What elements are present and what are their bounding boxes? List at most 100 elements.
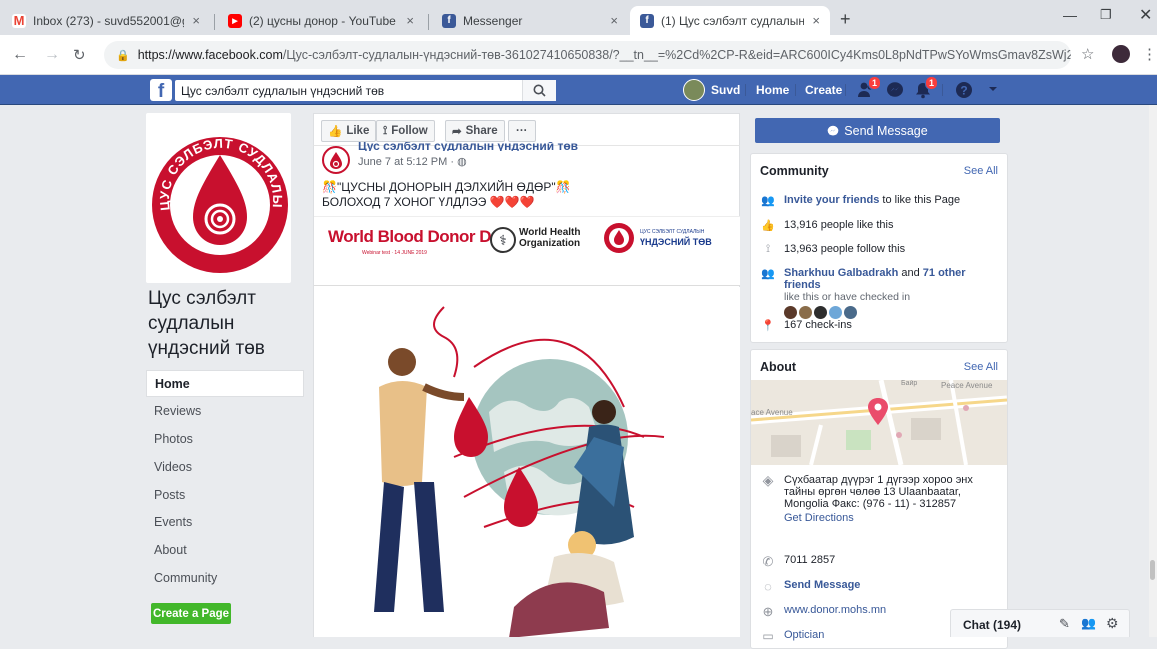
friend-name-link[interactable]: Sharkhuu Galbadrakh [784,267,898,279]
forward-icon[interactable]: → [44,46,60,64]
account-menu-caret-icon[interactable] [987,83,1005,101]
sidebar-item-community[interactable]: Community [146,564,304,591]
phone-icon: ✆ [762,554,774,569]
invite-friends-link[interactable]: Invite your friends [784,194,879,206]
close-icon[interactable]: × [192,13,200,28]
url-input[interactable]: 🔒 https://www.facebook.com/Цус-сэлбэлт-с… [104,41,1071,69]
community-title: Community [760,164,829,178]
website-link[interactable]: www.donor.mohs.mn [784,604,886,616]
tab-gmail[interactable]: M Inbox (273) - suvd552001@gmai × [2,6,210,35]
post-header: Цус сэлбэлт судлалын үндэсний төв June 7… [322,142,732,174]
search-button[interactable] [522,80,556,101]
invite-friends-row: 👥 Invite your friends to like this Page [760,194,960,207]
friend-requests-icon[interactable]: 1 [857,76,881,99]
blood-center-small-logo-icon [604,223,634,253]
messenger-outline-icon: ◌ [764,579,772,594]
facebook-icon: f [442,13,456,28]
sidebar-item-reviews[interactable]: Reviews [146,397,304,424]
post-author-avatar[interactable] [322,146,350,174]
help-icon[interactable]: ? [955,81,973,99]
location-map[interactable]: Peace Avenue ace Avenue Байр [751,380,1007,465]
page-left-column: ЦУС СЭЛБЭЛТ СУДЛАЛЫН ҮНДЭСНИЙ ТӨВ Цус сэ… [146,105,306,637]
address-bar-row: ← → ↻ 🔒 https://www.facebook.com/Цус-сэл… [0,35,1157,75]
url-path: /Цус-сэлбэлт-судлалын-үндэсний-төв-36102… [282,48,1071,62]
avatar[interactable] [829,306,842,319]
close-icon[interactable]: × [812,13,820,28]
create-link[interactable]: Create [805,75,842,105]
sidebar-item-photos[interactable]: Photos [146,425,304,452]
sidebar-item-videos[interactable]: Videos [146,453,304,480]
avatar[interactable] [814,306,827,319]
community-see-all-link[interactable]: See All [964,165,998,177]
facebook-logo-icon[interactable]: f [150,79,172,102]
get-directions-link[interactable]: Get Directions [784,512,1000,524]
search-input[interactable] [175,80,555,101]
profile-link[interactable]: Suvd [683,75,740,105]
category-link[interactable]: Optician [784,629,824,641]
post-image-banner[interactable]: World Blood Donor Day Webinar test · 14 … [314,216,740,286]
post-author-name[interactable]: Цус сэлбэлт судлалын үндэсний төв [358,142,578,151]
phone-text: 7011 2857 [784,554,836,566]
post-column: 👍 Like ⟟ Follow ➦ Share ··· Цус сэлбэлт суд… [313,105,740,637]
restore-icon[interactable]: ❐ [1100,7,1112,23]
tab-messenger[interactable]: f Messenger × [432,6,628,35]
post-text-line: 🎊"ЦУСНЫ ДОНОРЫН ДЭЛХИЙН ӨДӨР"🎊 [322,180,571,194]
tab-label: Inbox (273) - suvd552001@gmai [33,13,184,28]
banner-center-small: ЦУС СЭЛБЭЛТ СУДЛАЛЫН [640,229,705,235]
reload-icon[interactable]: ↻ [73,46,86,64]
share-button[interactable]: ➦ Share [445,120,505,142]
more-options-button[interactable]: ··· [508,120,536,142]
bookmark-star-icon[interactable]: ☆ [1081,45,1094,63]
page-profile-picture[interactable]: ЦУС СЭЛБЭЛТ СУДЛАЛЫН ҮНДЭСНИЙ ТӨВ [146,113,291,283]
sidebar-item-posts[interactable]: Posts [146,481,304,508]
send-message-button[interactable]: Send Message [755,118,1000,143]
chat-settings-gear-icon[interactable]: ⚙ [1106,615,1119,632]
avatar[interactable] [799,306,812,319]
avatar[interactable] [784,306,797,319]
messenger-icon[interactable] [886,81,904,99]
create-group-icon[interactable]: 👥 [1081,616,1096,630]
banner-center-name: ҮНДЭСНИЙ ТӨВ [640,237,712,247]
back-icon[interactable]: ← [12,46,28,64]
sidebar-item-home[interactable]: Home [146,370,304,397]
home-link[interactable]: Home [756,75,789,105]
new-message-icon[interactable]: ✎ [1059,616,1070,632]
map-street-label: Peace Avenue [941,381,993,390]
avatar [683,79,705,101]
new-tab-button[interactable]: + [840,9,851,30]
invite-friends-icon: 👥 [761,195,775,207]
avatar[interactable] [844,306,857,319]
like-label: Like [346,125,370,137]
sidebar-item-about[interactable]: About [146,536,304,563]
about-card: About See All Peace Avenue ace Avenue Ба… [750,349,1008,649]
follows-row: ⟟ 13,963 people follow this [760,243,905,256]
post-text: 🎊"ЦУСНЫ ДОНОРЫН ДЭЛХИЙН ӨДӨР"🎊 БОЛОХОД 7… [322,180,732,210]
tab-facebook-page[interactable]: f (1) Цус сэлбэлт судлалын үндэс × [630,6,830,35]
gmail-icon: M [12,13,26,28]
send-message-row: ◌ Send Message [760,579,860,594]
close-icon[interactable]: × [610,13,618,28]
category-tag-icon: ▭ [762,629,774,643]
about-see-all-link[interactable]: See All [964,361,998,373]
profile-avatar-icon[interactable] [1112,45,1130,63]
chat-bar[interactable]: Chat (194) ✎ 👥 ⚙ [950,609,1130,637]
close-window-icon[interactable]: ✕ [1139,5,1152,25]
follow-button[interactable]: ⟟ Follow [376,120,435,142]
post-text-line: БОЛОХОД 7 ХОНОГ ҮЛДЛЭЭ ❤️❤️❤️ [322,195,535,209]
page-scrollbar[interactable] [1149,105,1157,637]
globe-icon: ◍ [457,156,467,168]
menu-dots-icon[interactable]: ⋮ [1142,45,1157,63]
close-icon[interactable]: × [406,13,414,28]
post-illustration-image[interactable] [314,287,740,637]
blood-center-logo: ЦУС СЭЛБЭЛТ СУДЛАЛЫН ҮНДЭСНИЙ ТӨВ [148,115,288,273]
minimize-icon[interactable]: — [1063,7,1077,23]
post-timestamp[interactable]: June 7 at 5:12 PM · ◍ [358,155,467,168]
like-button[interactable]: 👍 Like [321,120,377,142]
send-message-link[interactable]: Send Message [784,579,860,591]
tab-youtube[interactable]: ▶ (2) цусны донор - YouTube × [218,6,424,35]
sidebar-item-events[interactable]: Events [146,508,304,535]
page-right-column: Send Message Community See All 👥 Invite … [750,105,1008,649]
share-arrow-icon: ➦ [452,126,462,138]
create-page-button[interactable]: Create a Page [151,603,231,624]
notifications-bell-icon[interactable]: 1 [914,76,938,99]
